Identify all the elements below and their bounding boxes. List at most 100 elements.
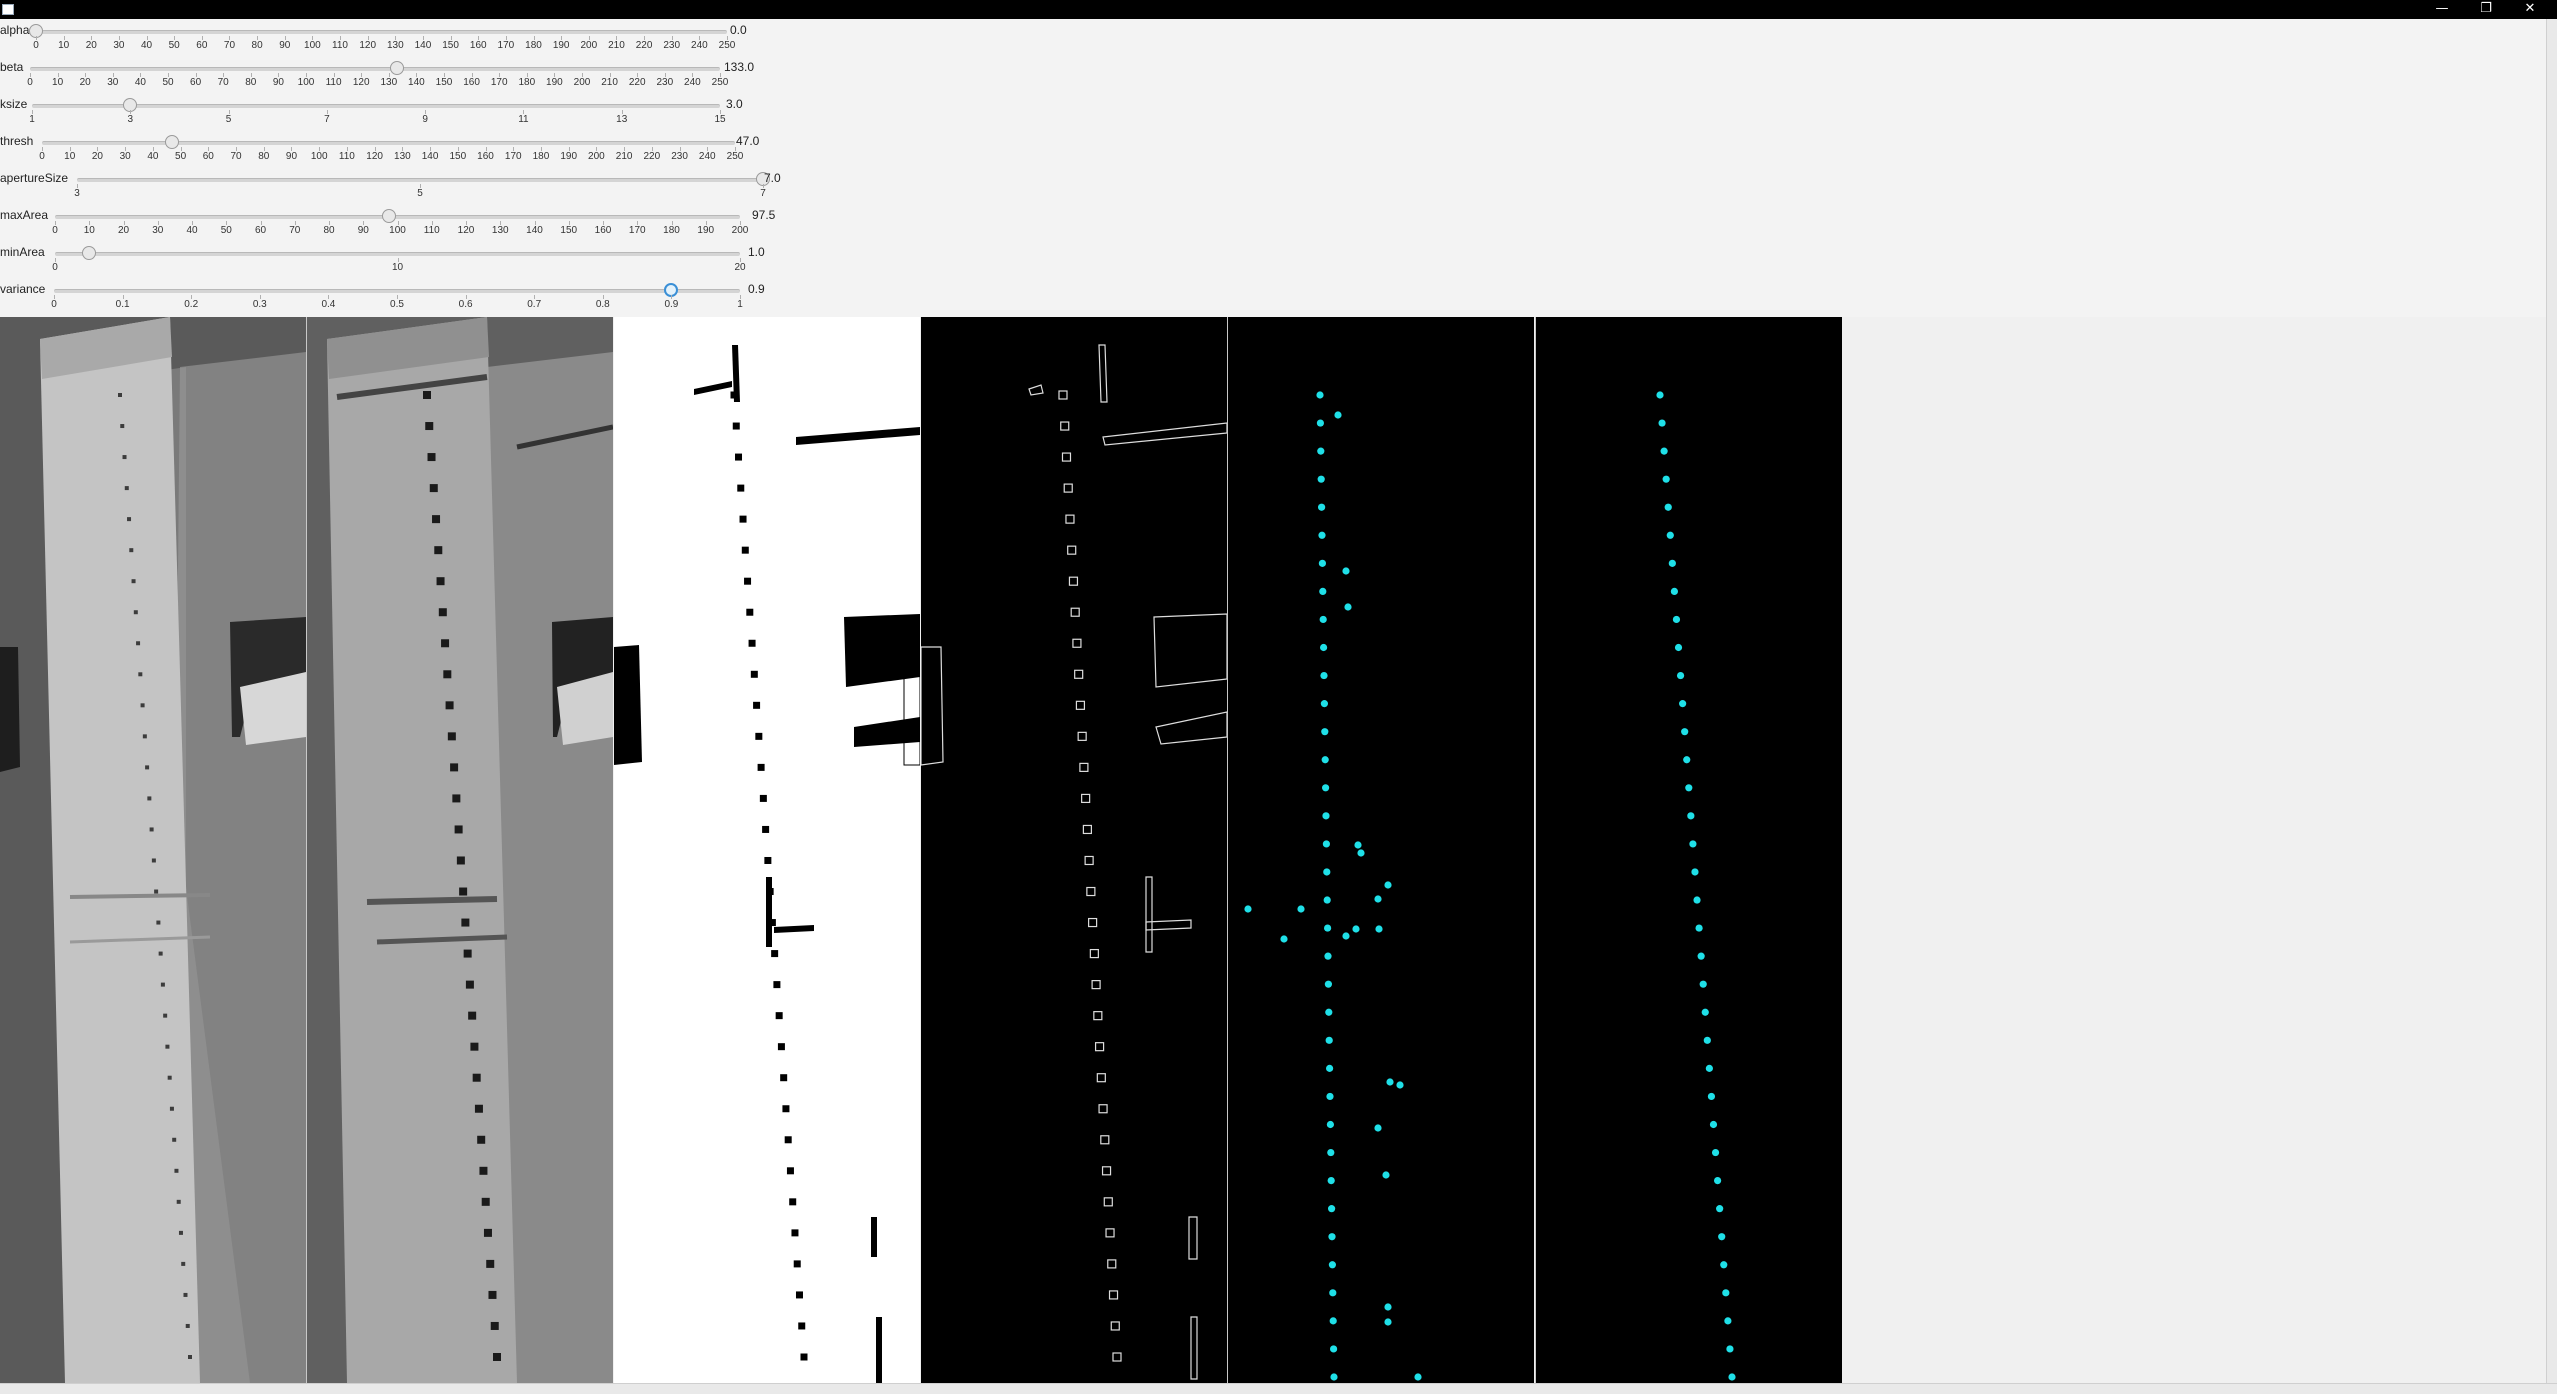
blob [490,1321,499,1330]
tick-label: 80 [258,151,270,162]
tick-label: 240 [691,40,708,51]
tick-label: 220 [643,151,661,162]
blob [427,453,436,462]
minimize-button[interactable]: — [2422,0,2462,19]
tick-label: 70 [289,225,301,236]
ksize-value: 3.0 [726,97,743,111]
blob [750,670,758,678]
ksize-slider[interactable] [32,98,720,112]
beta-label: beta [0,60,24,74]
tick-label: 200 [573,77,591,88]
thresh-slider[interactable] [42,135,735,149]
blob [160,982,165,987]
minArea-value: 1.0 [748,245,765,259]
restore-icon: ❐ [2480,1,2492,16]
tick-label: 120 [352,77,370,88]
ksize-label: ksize [0,97,28,111]
filtered-centers-image [1536,317,1842,1383]
tick-label: 0.9 [664,299,679,310]
center-marker [1709,1120,1718,1129]
center-marker [1324,980,1332,988]
maxArea-slider-thumb[interactable] [381,209,396,223]
blob [748,639,756,647]
blob [477,1135,486,1144]
tick-label: 180 [532,151,550,162]
vertical-scrollbar[interactable] [2546,19,2557,1383]
center-marker [1674,643,1683,652]
tick-label: 1 [29,114,35,125]
tick-label: 170 [490,77,508,88]
blob [176,1199,181,1204]
blob [762,825,770,833]
blob [434,546,443,555]
tick-label: 7 [760,188,766,199]
tick-label: 140 [421,151,439,162]
blob [479,1166,488,1175]
variance-slider[interactable] [54,283,740,297]
contrast-adjusted-panel [307,317,613,1383]
tick-label: 0.2 [184,299,199,310]
tick-label: 0.1 [115,299,130,310]
center-marker [1326,1120,1334,1129]
blob [423,391,431,399]
center-marker [1322,840,1330,848]
center-marker [1323,868,1331,876]
center-marker [1316,391,1324,399]
variance-slider-row: variance 0 0.1 0.2 0.3 0.4 0.5 0.6 0.7 0.8 0.9 1 0.9 [0,280,800,317]
blob [786,1167,794,1175]
center-marker [1328,1261,1336,1269]
center-marker [1324,952,1332,960]
tick-label: 30 [152,225,164,236]
blob [791,1229,799,1237]
tick-label: 210 [608,40,625,51]
alpha-slider[interactable] [29,24,727,38]
tick-label: 0 [39,151,45,162]
tick-label: 190 [546,77,563,88]
center-marker [1334,411,1342,419]
apertureSize-slider[interactable] [77,172,770,186]
center-marker [1687,812,1695,820]
blob [488,1290,497,1299]
minArea-slider-thumb[interactable] [82,246,97,260]
blob [465,980,474,989]
maxArea-slider[interactable] [55,209,740,223]
horizontal-scrollbar[interactable] [0,1383,2557,1394]
center-marker [1327,1177,1335,1185]
blob [127,517,132,522]
tick-label: 200 [731,225,749,236]
minArea-slider-row: minArea 0 10 20 1.0 [0,243,800,280]
tick-label: 0.5 [390,299,404,310]
blob [486,1259,495,1268]
tick-label: 10 [391,262,404,273]
center-marker [1722,1289,1730,1297]
close-button[interactable]: ✕ [2510,0,2550,19]
center-marker [1317,475,1325,483]
restore-button[interactable]: ❐ [2466,0,2506,19]
center-marker [1318,559,1326,567]
blob [447,732,456,741]
blob [759,794,767,802]
beta-value: 133.0 [724,60,755,74]
tick-label: 60 [190,77,202,88]
tick-label: 110 [332,40,349,51]
blob [768,919,776,927]
blob [436,577,445,586]
grayscale-input-panel [0,317,306,1383]
tick-label: 80 [251,40,263,51]
center-marker [1382,1171,1390,1179]
tick-label: 0 [52,225,58,236]
blob [140,703,145,708]
tick-label: 120 [366,151,383,162]
center-marker [1683,756,1691,764]
tick-label: 110 [338,151,355,162]
center-marker [1670,587,1678,595]
center-marker [1728,1373,1736,1381]
beta-slider-thumb[interactable] [390,61,405,75]
beta-slider[interactable] [30,61,720,75]
minArea-slider[interactable] [55,246,740,260]
tick-label: 170 [628,225,646,236]
blob [766,888,774,896]
tick-label: 0 [33,40,39,51]
tick-label: 50 [175,151,187,162]
thresh-slider-thumb[interactable] [165,135,180,149]
